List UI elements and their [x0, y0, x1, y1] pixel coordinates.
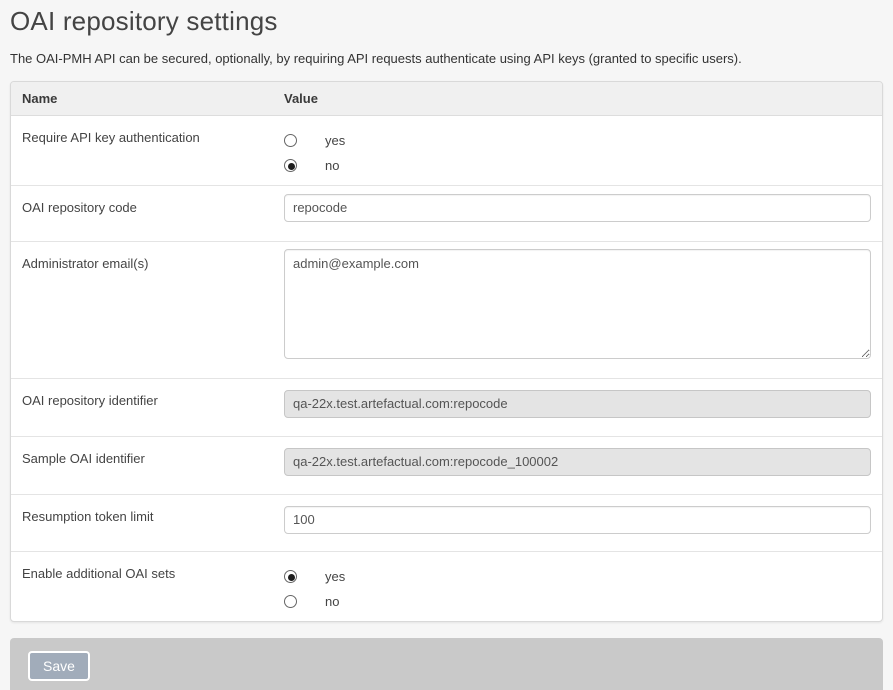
- radio-option-label: yes: [325, 569, 345, 584]
- table-row-resumption-token: Resumption token limit: [11, 494, 882, 551]
- oai-repository-identifier-input: [284, 390, 871, 418]
- page-description: The OAI-PMH API can be secured, optional…: [10, 51, 883, 66]
- administrator-emails-textarea[interactable]: admin@example.com: [284, 249, 871, 359]
- table-row-admin-emails: Administrator email(s) admin@example.com: [11, 241, 882, 378]
- table-row-sample-identifier: Sample OAI identifier: [11, 436, 882, 494]
- radio-icon[interactable]: [284, 159, 297, 172]
- sample-oai-identifier-input: [284, 448, 871, 476]
- setting-label-require-api-key: Require API key authentication: [11, 115, 273, 185]
- settings-table: Name Value Require API key authenticatio…: [10, 81, 883, 622]
- actions-bar: Save: [10, 638, 883, 690]
- table-row-additional-oai-sets: Enable additional OAI sets yes no: [11, 551, 882, 621]
- setting-label-repository-identifier: OAI repository identifier: [11, 378, 273, 436]
- table-header-row: Name Value: [11, 82, 882, 115]
- setting-label-additional-oai-sets: Enable additional OAI sets: [11, 551, 273, 621]
- setting-label-resumption-token: Resumption token limit: [11, 494, 273, 551]
- radio-option-label: no: [325, 158, 339, 173]
- setting-label-admin-emails: Administrator email(s): [11, 241, 273, 378]
- oai-settings-page: OAI repository settings The OAI-PMH API …: [0, 0, 893, 690]
- page-title: OAI repository settings: [10, 6, 883, 37]
- setting-label-sample-identifier: Sample OAI identifier: [11, 436, 273, 494]
- require-api-key-option-no[interactable]: no: [284, 153, 871, 178]
- table-row-require-api-key: Require API key authentication yes no: [11, 115, 882, 185]
- oai-repository-code-input[interactable]: [284, 194, 871, 222]
- additional-oai-sets-option-yes[interactable]: yes: [284, 564, 871, 589]
- radio-option-label: yes: [325, 133, 345, 148]
- table-row-repository-code: OAI repository code: [11, 185, 882, 241]
- radio-icon[interactable]: [284, 570, 297, 583]
- column-header-value: Value: [273, 82, 882, 115]
- radio-icon[interactable]: [284, 595, 297, 608]
- additional-oai-sets-option-no[interactable]: no: [284, 589, 871, 614]
- column-header-name: Name: [11, 82, 273, 115]
- setting-label-repository-code: OAI repository code: [11, 185, 273, 241]
- radio-icon[interactable]: [284, 134, 297, 147]
- resumption-token-limit-input[interactable]: [284, 506, 871, 534]
- save-button[interactable]: Save: [28, 651, 90, 681]
- table-row-repository-identifier: OAI repository identifier: [11, 378, 882, 436]
- radio-option-label: no: [325, 594, 339, 609]
- require-api-key-option-yes[interactable]: yes: [284, 128, 871, 153]
